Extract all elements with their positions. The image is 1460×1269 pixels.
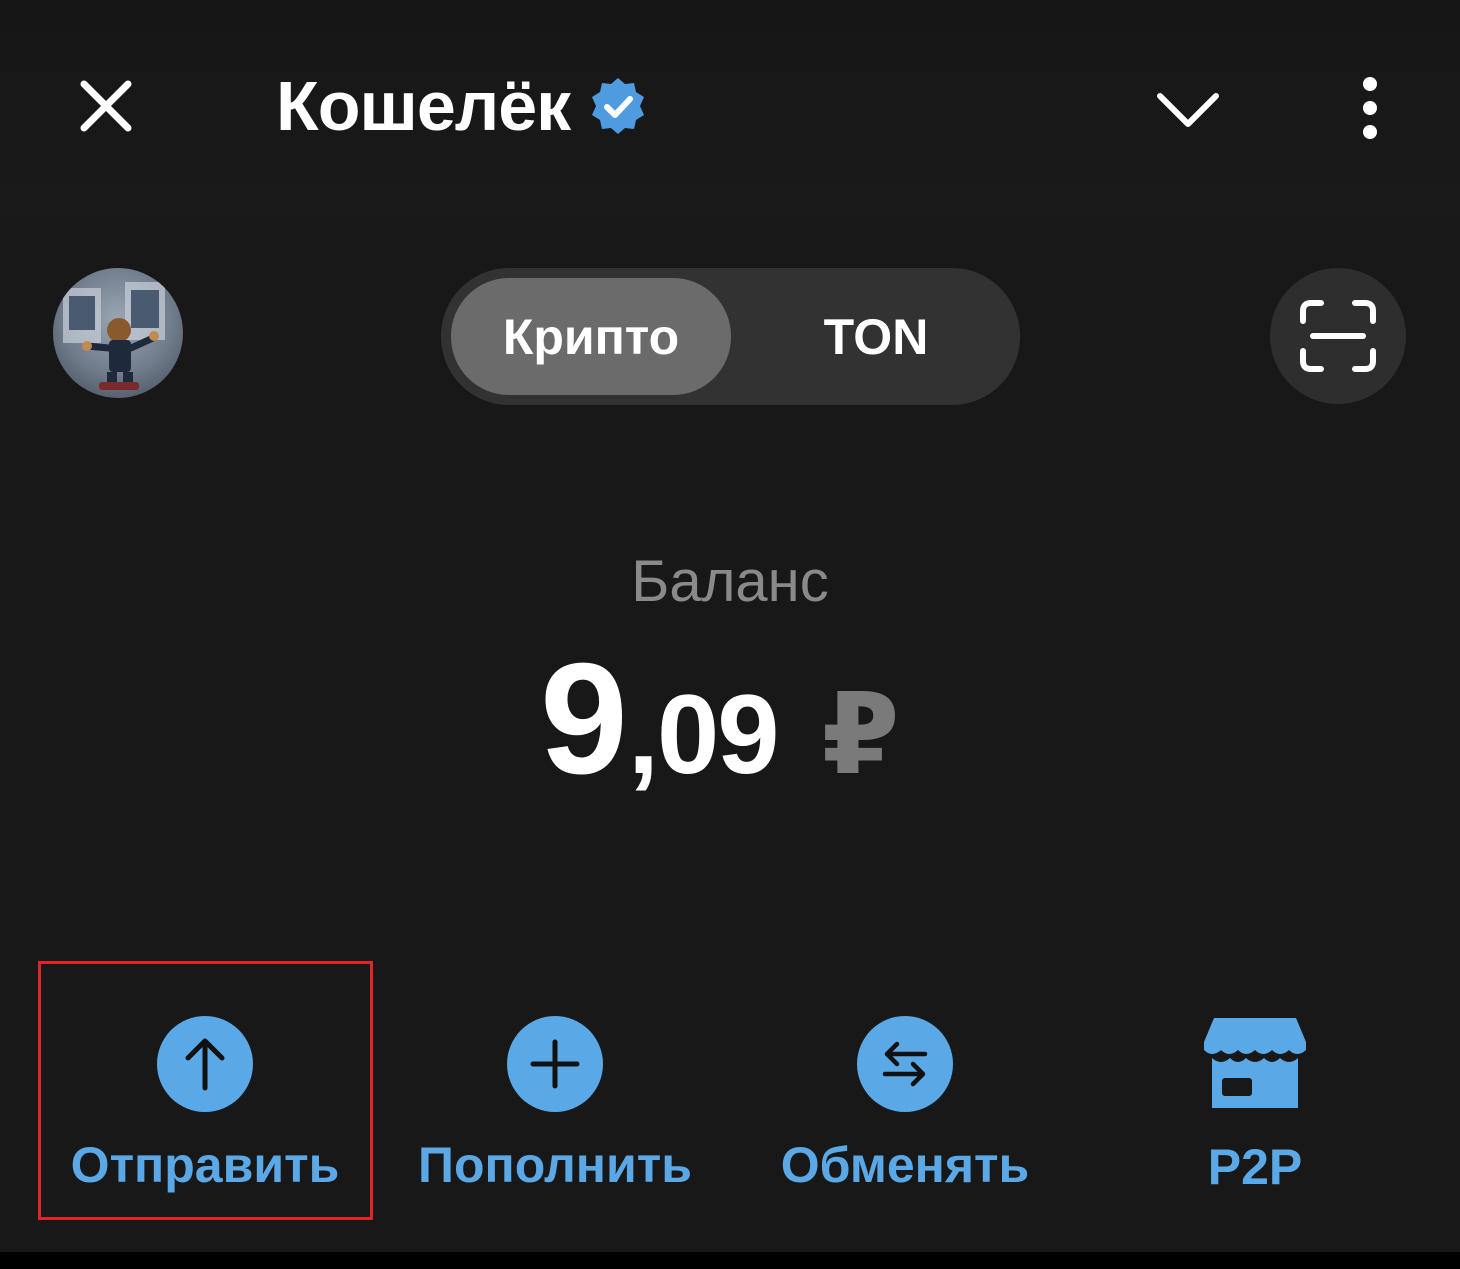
top-up-label: Пополнить <box>418 1137 692 1193</box>
balance-currency: ₽ <box>821 672 900 797</box>
more-menu-button[interactable] <box>1345 72 1395 144</box>
chevron-down-icon <box>1157 93 1219 127</box>
qr-scan-icon <box>1300 300 1376 372</box>
balance-label: Баланс <box>631 549 829 614</box>
scan-qr-button[interactable] <box>1270 268 1406 404</box>
close-icon <box>80 80 132 132</box>
send-highlight-box <box>38 961 373 1220</box>
account-dropdown-button[interactable] <box>1150 80 1226 140</box>
balance-amount: 9 ,09 ₽ <box>540 640 900 830</box>
page-title: Кошелёк <box>276 67 571 145</box>
tab-ton[interactable]: TON <box>741 278 1011 395</box>
bottom-edge <box>0 1252 1460 1269</box>
page-title-group: Кошелёк <box>276 66 648 146</box>
swap-icon <box>882 1041 928 1087</box>
verified-badge-icon <box>592 78 645 134</box>
wallet-mode-switch: Крипто TON <box>441 268 1020 405</box>
store-icon <box>1204 1018 1306 1108</box>
top-bar: Кошелёк <box>0 0 1460 215</box>
balance-integer: 9 <box>540 631 628 807</box>
balance-fraction: ,09 <box>627 672 780 797</box>
swap-icon-circle <box>857 1016 953 1112</box>
swap-button[interactable]: Обменять <box>730 1010 1080 1210</box>
close-button[interactable] <box>70 70 142 142</box>
p2p-label: P2P <box>1207 1139 1303 1195</box>
top-up-icon-circle <box>507 1016 603 1112</box>
top-up-button[interactable]: Пополнить <box>380 1010 730 1210</box>
p2p-button[interactable]: P2P <box>1080 1010 1430 1210</box>
tab-crypto[interactable]: Крипто <box>451 278 731 395</box>
avatar-image <box>63 282 165 390</box>
swap-label: Обменять <box>780 1137 1030 1193</box>
avatar[interactable] <box>53 268 183 398</box>
plus-icon <box>530 1039 580 1089</box>
more-vertical-icon <box>1363 77 1377 139</box>
